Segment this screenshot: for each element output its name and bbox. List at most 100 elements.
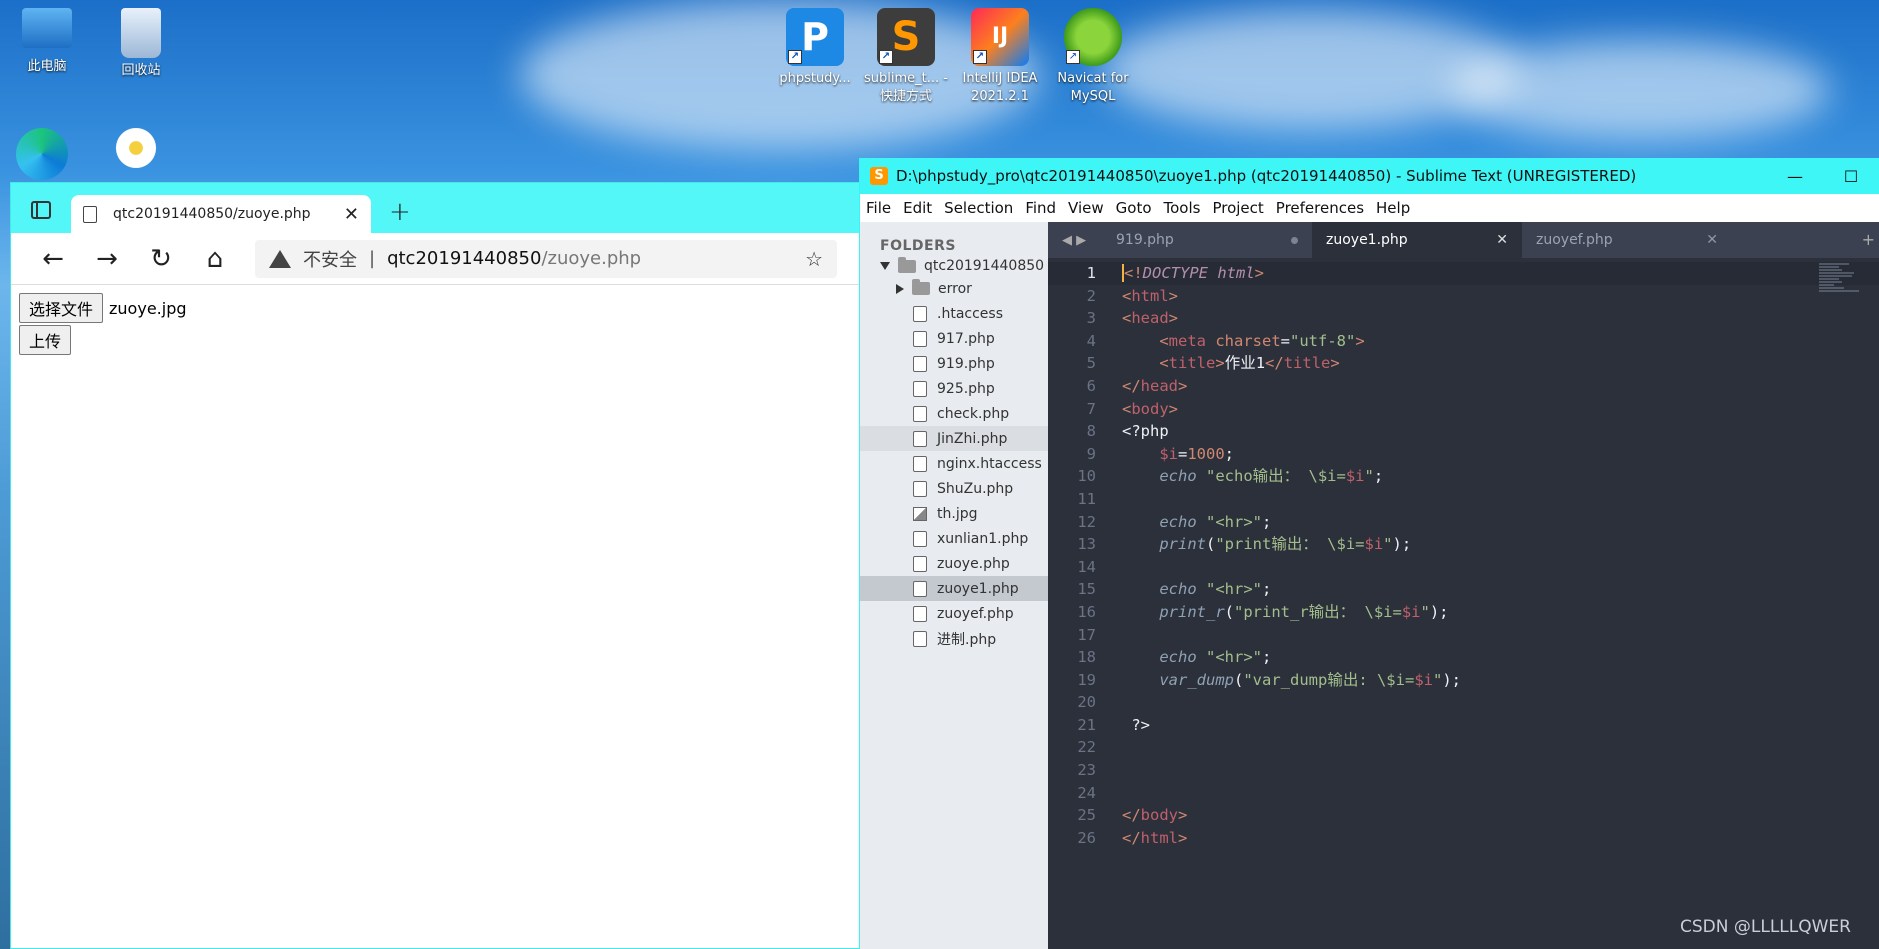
code-line[interactable]: 12 echo "<hr>"; xyxy=(1048,511,1879,534)
code-line[interactable]: 10 echo "echo输出： \$i=$i"; xyxy=(1048,465,1879,488)
code-line[interactable]: 16 print_r("print_r输出： \$i=$i"); xyxy=(1048,601,1879,624)
sidebar-item[interactable]: check.php xyxy=(860,401,1048,426)
code-line[interactable]: 25 </body> xyxy=(1048,804,1879,827)
code-token: ); xyxy=(1392,535,1412,554)
code-line[interactable]: 13 print("print输出： \$i=$i"); xyxy=(1048,533,1879,556)
upload-button[interactable]: 上传 xyxy=(19,325,72,355)
code-line[interactable]: 24 xyxy=(1048,782,1879,805)
collapsed-arrow-icon[interactable] xyxy=(896,283,904,294)
choose-file-button[interactable]: 选择文件 xyxy=(19,293,104,323)
menu-preferences[interactable]: Preferences xyxy=(1276,199,1364,217)
menu-tools[interactable]: Tools xyxy=(1164,199,1201,217)
sidebar-item[interactable]: nginx.htaccess xyxy=(860,451,1048,476)
editor-tab-zuoyef[interactable]: zuoyef.php ✕ xyxy=(1522,222,1732,258)
sidebar-item[interactable]: zuoye1.php xyxy=(860,576,1048,601)
desktop-icon-phpstudy[interactable]: P ↗ phpstudy... xyxy=(765,8,865,88)
menu-view[interactable]: View xyxy=(1068,199,1104,217)
home-button[interactable]: ⌂ xyxy=(193,244,237,274)
sidebar-item[interactable]: ShuZu.php xyxy=(860,476,1048,501)
code-token: "utf-8" xyxy=(1290,331,1356,350)
code-line[interactable]: 19 var_dump("var_dump输出: \$i=$i"); xyxy=(1048,669,1879,692)
code-line[interactable]: 14 xyxy=(1048,556,1879,579)
menu-project[interactable]: Project xyxy=(1212,199,1263,217)
code-line[interactable]: 26 </html> xyxy=(1048,827,1879,850)
editor-tab-zuoye1[interactable]: zuoye1.php ✕ xyxy=(1312,222,1522,258)
sidebar-item[interactable]: JinZhi.php xyxy=(860,426,1048,451)
code-token: < xyxy=(1122,354,1169,373)
desktop-icon-recycle-bin[interactable]: 回收站 xyxy=(98,8,184,80)
desktop-icon-navicat[interactable]: ↗ Navicat for MySQL xyxy=(1043,8,1143,106)
code-token: "print_r输出： \$i= xyxy=(1234,602,1402,621)
editor-tab-label: zuoyef.php xyxy=(1536,232,1613,248)
menu-file[interactable]: File xyxy=(866,199,891,217)
close-tab-icon[interactable]: ✕ xyxy=(1496,232,1508,248)
code-token: meta xyxy=(1168,331,1206,350)
menu-selection[interactable]: Selection xyxy=(944,199,1013,217)
code-token: " xyxy=(1364,467,1374,486)
desktop-icon-edge[interactable] xyxy=(12,128,72,184)
code-line[interactable]: 11 xyxy=(1048,488,1879,511)
file-icon xyxy=(913,430,927,447)
tab-scroll-arrows-icon[interactable]: ◀ ▶ xyxy=(1048,233,1102,258)
code-line[interactable]: 1 <!DOCTYPE html> xyxy=(1048,262,1879,285)
desktop-icon-label: Navicat for MySQL xyxy=(1057,71,1129,104)
code-token: < xyxy=(1122,309,1132,328)
code-line[interactable]: 23 xyxy=(1048,759,1879,782)
code-line[interactable]: 7 <body> xyxy=(1048,398,1879,421)
sidebar-item[interactable]: xunlian1.php xyxy=(860,526,1048,551)
sidebar-item[interactable]: zuoye.php xyxy=(860,551,1048,576)
add-favorite-icon[interactable]: ☆ xyxy=(805,247,823,271)
unsaved-dot-icon[interactable] xyxy=(1291,236,1298,244)
computer-icon xyxy=(22,8,72,48)
refresh-button[interactable]: ↻ xyxy=(139,244,183,274)
code-line[interactable]: 20 xyxy=(1048,691,1879,714)
code-line[interactable]: 17 xyxy=(1048,624,1879,647)
code-line[interactable]: 21 ?> xyxy=(1048,714,1879,737)
code-line[interactable]: 5 <title>作业1</title> xyxy=(1048,352,1879,375)
desktop-icon-computer[interactable]: 此电脑 xyxy=(4,8,90,76)
sidebar-item[interactable]: .htaccess xyxy=(860,301,1048,326)
tree-root-folder[interactable]: qtc20191440850 xyxy=(860,254,1048,276)
sidebar-item[interactable]: 925.php xyxy=(860,376,1048,401)
tab-actions-icon[interactable] xyxy=(31,201,51,219)
code-line[interactable]: 15 echo "<hr>"; xyxy=(1048,578,1879,601)
code-area[interactable]: 1 <!DOCTYPE html> 2 <html> 3 <head> 4 <meta ch… xyxy=(1048,258,1879,949)
file-icon xyxy=(913,630,927,647)
minimize-button[interactable]: — xyxy=(1767,167,1823,186)
sidebar-item[interactable]: th.jpg xyxy=(860,501,1048,526)
code-line[interactable]: 22 xyxy=(1048,736,1879,759)
sidebar-item[interactable]: 进制.php xyxy=(860,626,1048,651)
code-line[interactable]: 4 <meta charset="utf-8"> xyxy=(1048,330,1879,353)
browser-tab[interactable]: qtc20191440850/zuoye.php ✕ xyxy=(71,195,371,233)
sidebar-item[interactable]: 919.php xyxy=(860,351,1048,376)
maximize-button[interactable]: ☐ xyxy=(1823,167,1879,186)
code-line[interactable]: 8 <?php xyxy=(1048,420,1879,443)
close-tab-icon[interactable]: ✕ xyxy=(1706,232,1718,248)
code-line[interactable]: 6 </head> xyxy=(1048,375,1879,398)
desktop-icon-sublime[interactable]: S ↗ sublime_t... - 快捷方式 xyxy=(856,8,956,106)
code-line[interactable]: 2 <html> xyxy=(1048,285,1879,308)
close-tab-icon[interactable]: ✕ xyxy=(344,204,359,225)
code-line[interactable]: 3 <head> xyxy=(1048,307,1879,330)
sidebar-item-label: error xyxy=(938,280,972,297)
desktop-icon-label: phpstudy... xyxy=(779,71,851,86)
sidebar-item[interactable]: 917.php xyxy=(860,326,1048,351)
address-bar[interactable]: 不安全 | qtc20191440850 /zuoye.php ☆ xyxy=(255,239,837,278)
menu-edit[interactable]: Edit xyxy=(903,199,932,217)
menu-help[interactable]: Help xyxy=(1376,199,1410,217)
sidebar-item[interactable]: zuoyef.php xyxy=(860,601,1048,626)
code-line[interactable]: 18 echo "<hr>"; xyxy=(1048,646,1879,669)
back-button[interactable]: ← xyxy=(31,244,75,274)
minimap[interactable] xyxy=(1819,262,1869,322)
code-line[interactable]: 9 $i=1000; xyxy=(1048,443,1879,466)
menu-goto[interactable]: Goto xyxy=(1116,199,1152,217)
desktop-icon-flower-app[interactable] xyxy=(106,128,166,172)
new-tab-icon[interactable]: + xyxy=(1862,230,1875,249)
desktop-icon-intellij[interactable]: IJ ↗ IntelliJ IDEA 2021.2.1 xyxy=(950,8,1050,106)
code-token: 作业1 xyxy=(1224,354,1266,373)
menu-find[interactable]: Find xyxy=(1025,199,1056,217)
editor-tab-919[interactable]: 919.php xyxy=(1102,222,1312,258)
forward-button[interactable]: → xyxy=(85,244,129,274)
sidebar-item[interactable]: error xyxy=(860,276,1048,301)
new-tab-button[interactable]: + xyxy=(389,197,411,227)
